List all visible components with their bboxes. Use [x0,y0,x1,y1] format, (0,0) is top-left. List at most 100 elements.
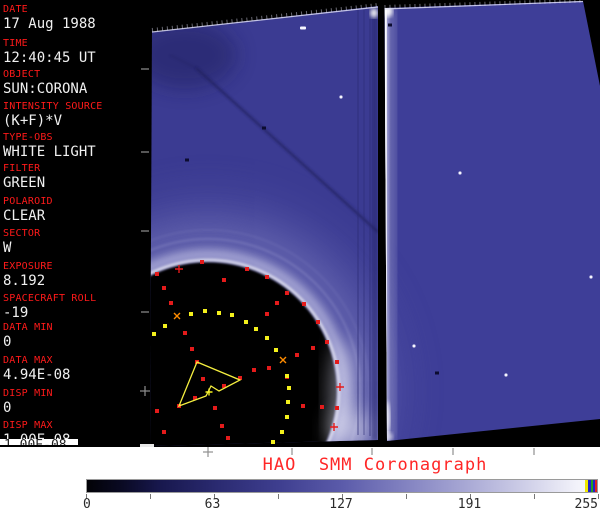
fiducial-red-dot [325,340,329,344]
metadata-entry: TYPE-OBS WHITE LIGHT [3,132,96,161]
colorbar-tick-label: 255 [574,497,598,512]
metadata-label: SECTOR [3,228,41,239]
fiducial-red-dot [301,404,305,408]
dust-speck [435,371,439,375]
metadata-entry: FILTER GREEN [3,163,45,192]
metadata-entry: INTENSITY SOURCE (K+F)*V [3,101,103,130]
metadata-label: DISP MAX [3,420,53,431]
metadata-value: 4.94E-08 [3,367,71,383]
metadata-value: -19 [3,305,29,321]
metadata-entry: SECTOR W [3,228,40,257]
metadata-value: W [3,240,12,256]
fiducial-red-dot [335,406,339,410]
fiducial-yellow-dot [217,311,221,315]
fiducial-red-dot [275,301,279,305]
metadata-value: 17 Aug 1988 [3,16,96,32]
fiducial-red-dot [222,278,226,282]
fiducial-red-dot [155,409,159,413]
dust-speck [185,158,189,162]
fiducial-red-dot [311,346,315,350]
fiducial-red-dot [267,366,271,370]
image-title: HAO SMM Coronagraph [262,455,488,475]
colorbar-end-stripe [592,480,595,492]
fiducial-yellow-dot [189,312,193,316]
fiducial-red-dot [220,424,224,428]
metadata-label: POLAROID [3,196,53,207]
fiducial-red-dot [213,406,217,410]
app-window: { "window": { "background": "#ffffff", "… [0,0,600,512]
metadata-label: TIME [3,38,28,49]
colorbar-tick [406,494,407,499]
metadata-label: DATA MAX [3,355,53,366]
metadata-label: OBJECT [3,69,41,80]
fiducial-red-dot [316,320,320,324]
star-point [412,344,416,348]
metadata-value: 8.192 [3,273,46,289]
fiducial-yellow-dot [286,400,290,404]
clipped-disp-max-value: 1.00E-08 [0,439,78,447]
grayscale-colorbar [86,479,598,493]
metadata-entry: DISP MIN 0 [3,388,53,417]
fiducial-yellow-dot [163,324,167,328]
metadata-label: DATA MIN [3,322,53,333]
colorbar-tick [150,494,151,499]
fiducial-yellow-dot [285,415,289,419]
colorbar-tick [598,494,599,499]
metadata-value: SUN:CORONA [3,81,88,97]
fiducial-red-dot [335,360,339,364]
fiducial-yellow-dot [271,440,275,444]
metadata-value: 12:40:45 UT [3,50,96,66]
colorbar-end-stripe [590,480,593,492]
fiducial-yellow-dot [244,320,248,324]
fiducial-red-dot [201,377,205,381]
metadata-entry: EXPOSURE 8.192 [3,261,53,290]
colorbar-tick-label: 191 [457,497,482,512]
dust-speck [262,126,266,130]
colorbar-tick-label: 0 [83,497,91,512]
metadata-value: (K+F)*V [3,113,63,129]
colorbar-tick-label: 63 [204,497,221,512]
fiducial-red-dot [320,405,324,409]
metadata-entry: POLAROID CLEAR [3,196,53,225]
fiducial-yellow-dot [254,327,258,331]
metadata-label: EXPOSURE [3,261,53,272]
right-panel [384,1,600,441]
fiducial-red-dot [200,260,204,264]
fiducial-yellow-dot [274,348,278,352]
metadata-entry: DATE 17 Aug 1988 [3,4,96,33]
metadata-sidebar: DATE 17 Aug 1988 TIME 12:40:45 UT OBJECT SUN:… [0,0,140,448]
axis-corner-mark [140,444,154,447]
fiducial-yellow-dot [230,313,234,317]
metadata-value: CLEAR [3,208,46,224]
fiducial-yellow-dot [203,309,207,313]
fiducial-red-dot [265,312,269,316]
fiducial-red-dot [169,301,173,305]
star-point [339,95,343,99]
colorbar-tick [278,494,279,499]
fiducial-red-dot [265,275,269,279]
fiducial-red-dot [162,430,166,434]
metadata-entry: DATA MIN 0 [3,322,53,351]
dust-speck [388,23,392,27]
metadata-label: FILTER [3,163,41,174]
metadata-entry: TIME 12:40:45 UT [3,38,96,67]
fiducial-red-dot [285,291,289,295]
star-point [300,26,306,30]
colorbar-tick [534,494,535,499]
metadata-value: 0 [3,400,12,416]
fiducial-red-dot [226,436,230,440]
colorbar-tick-label: 127 [329,497,353,512]
metadata-entry: SPACECRAFT ROLL -19 [3,293,96,322]
colorbar-end-stripe [588,480,591,492]
metadata-label: TYPE-OBS [3,132,53,143]
fiducial-yellow-dot [287,386,291,390]
metadata-entry: OBJECT SUN:CORONA [3,69,87,98]
metadata-label: INTENSITY SOURCE [3,101,103,112]
fiducial-yellow-dot [285,374,289,378]
fiducial-yellow-dot [152,332,156,336]
fiducial-red-dot [183,331,187,335]
metadata-label: DATE [3,4,28,15]
star-point [458,171,462,175]
star-point [504,373,508,377]
fiducial-red-dot [245,267,249,271]
